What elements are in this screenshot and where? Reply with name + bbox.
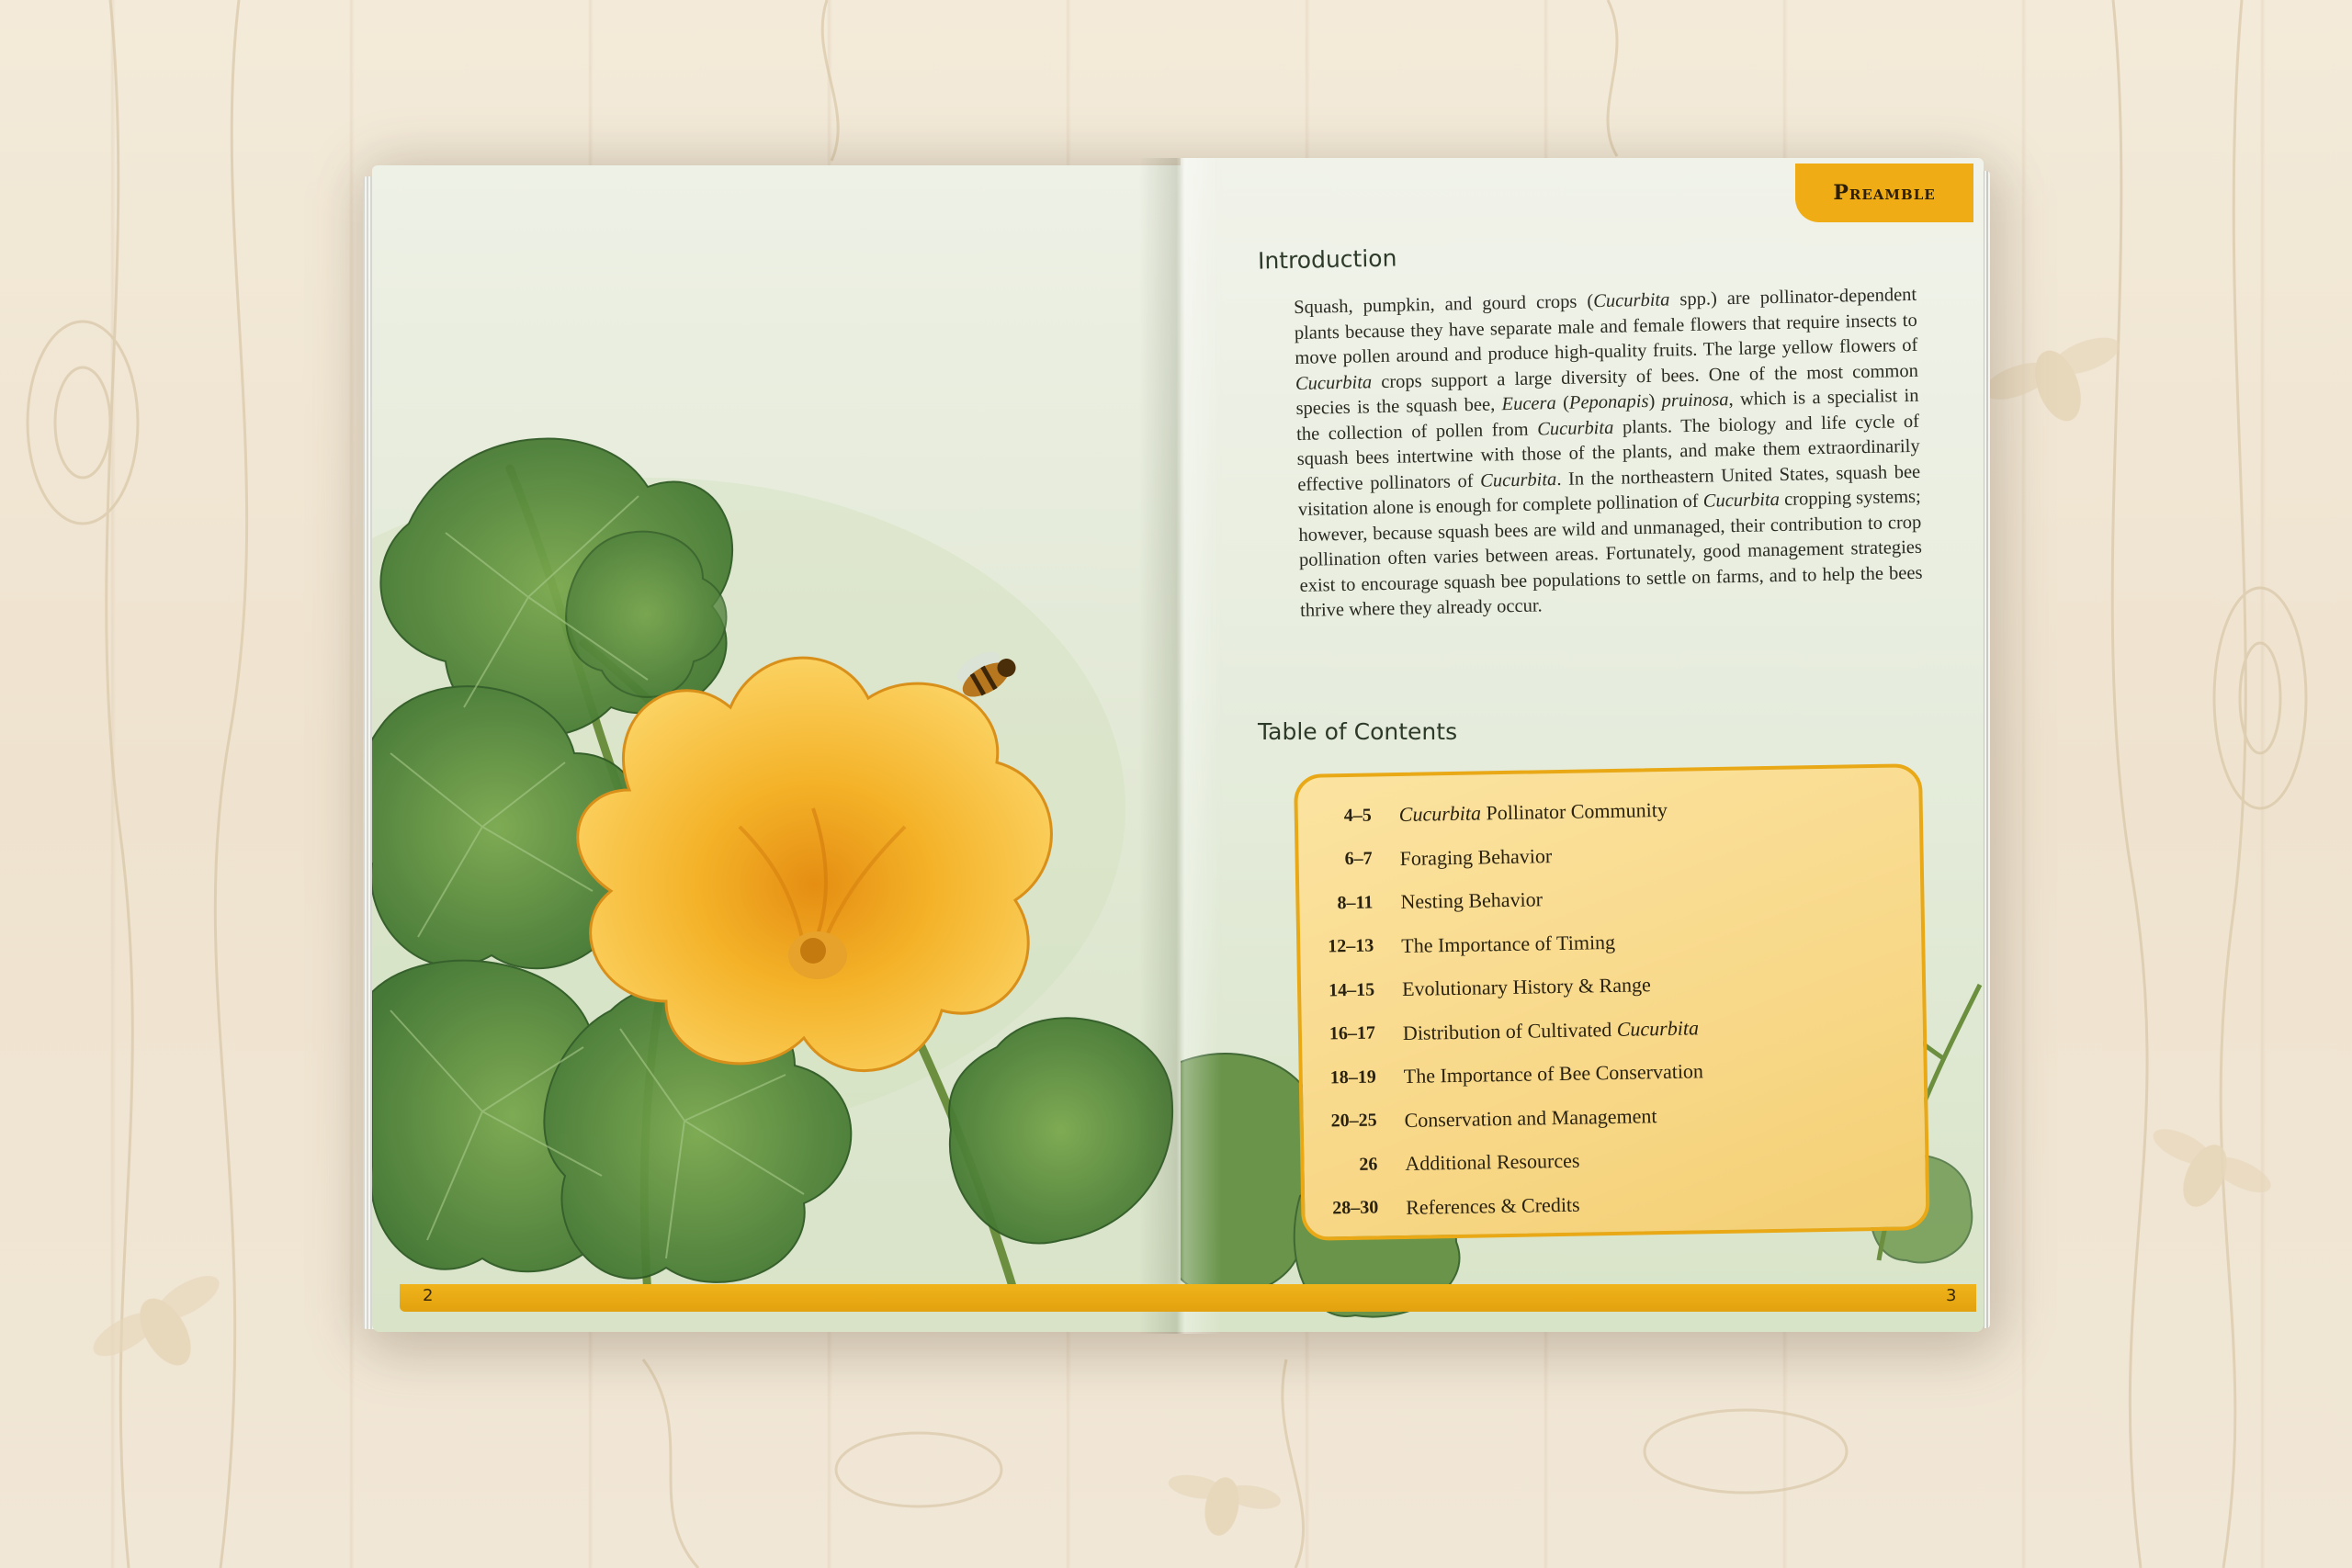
toc-entry-italic-suffix: Cucurbita bbox=[1616, 1015, 1700, 1041]
toc-entry-title: Additional Resources bbox=[1405, 1149, 1579, 1176]
intro-italic-term: Cucurbita bbox=[1536, 417, 1614, 439]
introduction-paragraph: Squash, pumpkin, and gourd crops (Cucurb… bbox=[1294, 283, 1923, 625]
intro-text-run: ( bbox=[1555, 392, 1570, 414]
introduction-heading: Introduction bbox=[1257, 244, 1397, 275]
toc-entry-title: The Importance of Bee Conservation bbox=[1404, 1059, 1704, 1089]
toc-entry-title: Foraging Behavior bbox=[1399, 844, 1552, 871]
toc-entry-title: Conservation and Management bbox=[1404, 1104, 1657, 1133]
toc-entry-title: References & Credits bbox=[1406, 1192, 1580, 1219]
toc-entry-title-text: The Importance of Bee Conservation bbox=[1403, 1059, 1704, 1088]
right-page-number: 3 bbox=[1946, 1286, 1957, 1305]
toc-entry-title: Nesting Behavior bbox=[1400, 887, 1543, 914]
left-page bbox=[372, 165, 1181, 1332]
toc-entry-pages: 4–5 bbox=[1343, 805, 1372, 826]
intro-italic-term: Eucera bbox=[1501, 393, 1556, 415]
toc-entry[interactable]: 16–17 Distribution of Cultivated Cucurbit… bbox=[1302, 1004, 1891, 1055]
preamble-section-tab: Preamble bbox=[1795, 164, 1973, 222]
left-page-number: 2 bbox=[423, 1286, 434, 1305]
toc-entry[interactable]: 6–7 Foraging Behavior bbox=[1298, 829, 1887, 880]
toc-entry-title: The Importance of Timing bbox=[1401, 930, 1615, 957]
toc-entry-title-text: Foraging Behavior bbox=[1399, 843, 1553, 870]
toc-entry-title-text: Additional Resources bbox=[1405, 1148, 1580, 1175]
toc-entry-pages: 18–19 bbox=[1329, 1066, 1376, 1088]
toc-entry[interactable]: 4–5 Cucurbita Pollinator Community bbox=[1297, 786, 1886, 837]
toc-entry[interactable]: 12–13 The Importance of Timing bbox=[1300, 917, 1889, 967]
intro-italic-term: pruinosa bbox=[1661, 389, 1729, 412]
toc-entry[interactable]: 8–11 Nesting Behavior bbox=[1299, 874, 1888, 924]
toc-entry[interactable]: 14–15 Evolutionary History & Range bbox=[1301, 961, 1890, 1011]
toc-heading: Table of Contents bbox=[1258, 718, 1458, 745]
toc-entry-title-text: The Importance of Timing bbox=[1401, 930, 1616, 957]
toc-entry-pages: 14–15 bbox=[1328, 978, 1375, 1000]
toc-entry-title: Distribution of Cultivated Cucurbita bbox=[1403, 1016, 1699, 1045]
toc-entry-pages: 8–11 bbox=[1337, 892, 1374, 913]
toc-entry-title: Cucurbita Pollinator Community bbox=[1399, 798, 1668, 827]
toc-entry-title: Evolutionary History & Range bbox=[1402, 973, 1651, 1001]
toc-entry-title-text: Nesting Behavior bbox=[1400, 887, 1544, 913]
toc-entry-pages: 16–17 bbox=[1329, 1022, 1376, 1044]
right-page-footer-band bbox=[1181, 1284, 1976, 1312]
intro-italic-term: Cucurbita bbox=[1479, 468, 1557, 491]
toc-entry-pages: 20–25 bbox=[1330, 1110, 1377, 1132]
toc-entry-pages: 6–7 bbox=[1344, 848, 1373, 870]
toc-entry[interactable]: 28–30 References & Credits bbox=[1305, 1179, 1894, 1229]
toc-entry-pages: 12–13 bbox=[1328, 935, 1374, 957]
intro-text-run: Squash, pumpkin, and gourd crops ( bbox=[1294, 291, 1594, 318]
toc-entry-italic-prefix: Cucurbita bbox=[1398, 801, 1482, 827]
toc-entry-pages: 28–30 bbox=[1332, 1197, 1379, 1219]
toc-entry-title-text: Pollinator Community bbox=[1480, 797, 1668, 825]
intro-italic-term: Cucurbita bbox=[1592, 289, 1670, 312]
table-of-contents-box: 4–5 Cucurbita Pollinator Community 6–7 Fora… bbox=[1294, 763, 1930, 1241]
squash-plant-illustration bbox=[372, 437, 1174, 1300]
toc-entry-title-text: Conservation and Management bbox=[1404, 1103, 1657, 1132]
intro-italic-term: Cucurbita bbox=[1295, 371, 1373, 394]
toc-entry-title-text: Evolutionary History & Range bbox=[1401, 973, 1651, 1000]
toc-entry[interactable]: 26 Additional Resources bbox=[1304, 1135, 1893, 1186]
left-page-footer-band bbox=[400, 1284, 1181, 1312]
toc-entry[interactable]: 20–25 Conservation and Management bbox=[1303, 1091, 1892, 1142]
toc-entry[interactable]: 18–19 The Importance of Bee Conservation bbox=[1302, 1048, 1891, 1099]
intro-italic-term: Cucurbita bbox=[1702, 489, 1781, 512]
toc-entry-pages: 26 bbox=[1359, 1153, 1378, 1175]
toc-entry-title-text: References & Credits bbox=[1406, 1192, 1580, 1219]
intro-italic-term: Peponapis bbox=[1568, 390, 1649, 413]
intro-text-run: ) bbox=[1648, 390, 1662, 412]
toc-entry-title-text: Distribution of Cultivated bbox=[1402, 1017, 1617, 1044]
